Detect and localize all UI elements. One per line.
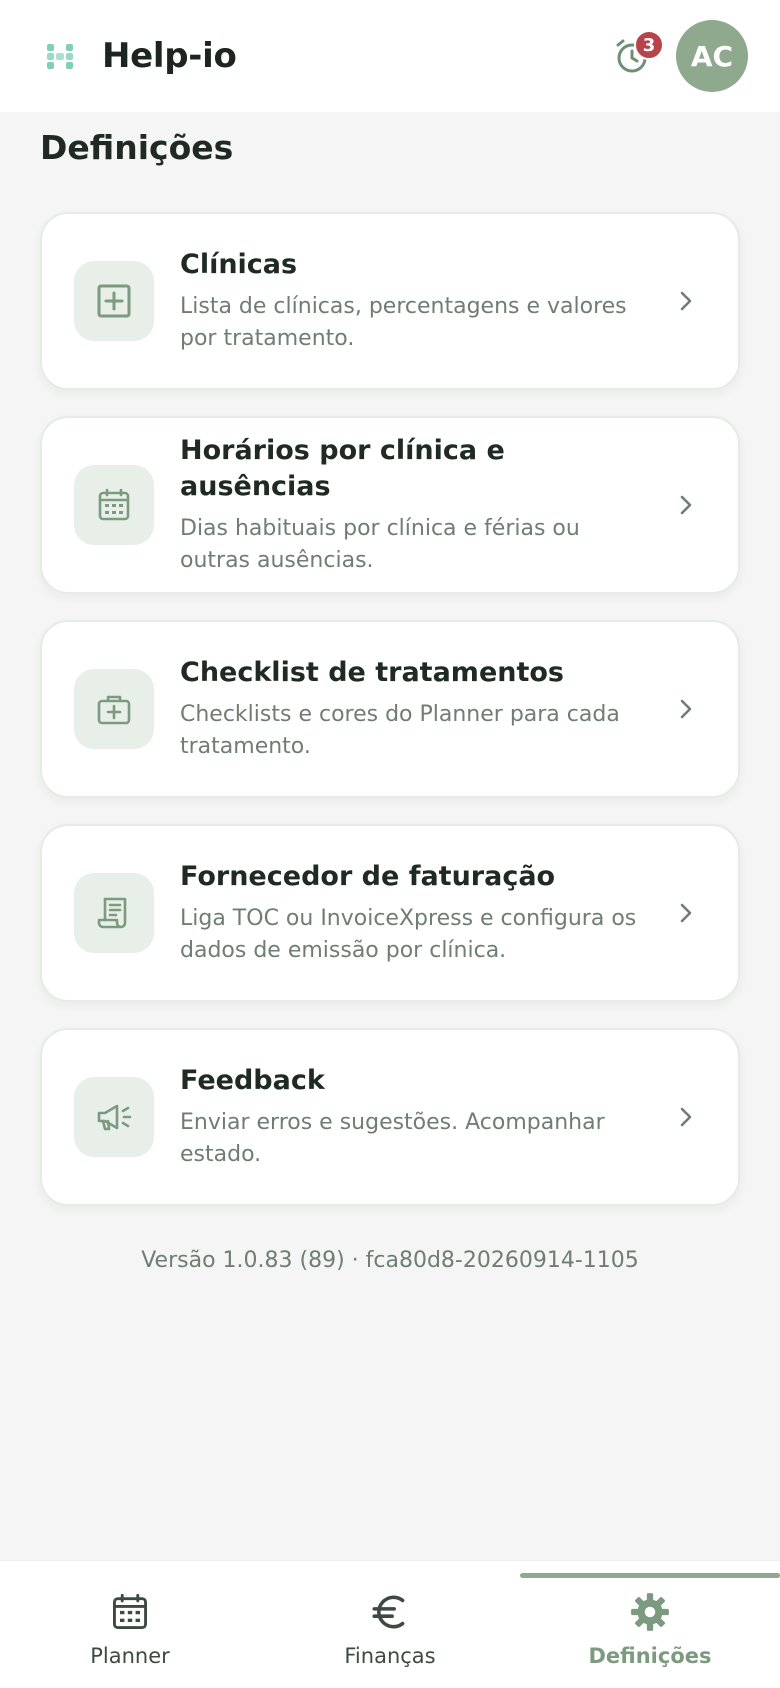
chevron-right-icon [674, 493, 698, 517]
calendar-icon [74, 465, 154, 545]
chevron-right-icon [674, 901, 698, 925]
top-app-bar: Help-io 3 AC [0, 0, 780, 112]
nav-tab-planner[interactable]: Planner [0, 1561, 260, 1688]
app-title: Help-io [102, 36, 237, 76]
settings-item-feedback[interactable]: Feedback Enviar erros e sugestões. Acomp… [40, 1028, 740, 1206]
settings-item-text: Fornecedor de faturação Liga TOC ou Invo… [180, 859, 656, 967]
nav-tab-financas[interactable]: Finanças [260, 1561, 520, 1688]
clinic-plus-icon [74, 261, 154, 341]
settings-item-text: Clínicas Lista de clínicas, percentagens… [180, 247, 656, 355]
nav-tab-label: Finanças [344, 1643, 436, 1668]
settings-item-checklist[interactable]: Checklist de tratamentos Checklists e co… [40, 620, 740, 798]
settings-item-title: Clínicas [180, 249, 298, 280]
chevron-right-icon [674, 289, 698, 313]
settings-item-text: Feedback Enviar erros e sugestões. Acomp… [180, 1063, 656, 1171]
app-logo-icon [40, 36, 80, 76]
settings-item-description: Checklists e cores do Planner para cada … [180, 702, 620, 759]
settings-item-title: Fornecedor de faturação [180, 861, 556, 892]
settings-item-text: Checklist de tratamentos Checklists e co… [180, 655, 656, 763]
app-root: Help-io 3 AC Definições Clínicas Lista d… [0, 0, 780, 1688]
calendar-icon [108, 1590, 152, 1634]
version-label: Versão 1.0.83 (89) · fca80d8-20260914-11… [141, 1248, 639, 1273]
bottom-navigation: Planner Finanças Definições [0, 1560, 780, 1688]
settings-item-horarios[interactable]: Horários por clínica e ausências Dias ha… [40, 416, 740, 594]
chevron-right-icon [674, 1105, 698, 1129]
settings-item-title: Checklist de tratamentos [180, 657, 564, 688]
settings-item-faturacao[interactable]: Fornecedor de faturação Liga TOC ou Invo… [40, 824, 740, 1002]
settings-item-description: Lista de clínicas, percentagens e valore… [180, 294, 627, 351]
settings-item-description: Dias habituais por clínica e férias ou o… [180, 516, 580, 573]
euro-icon [368, 1590, 412, 1634]
settings-list: Clínicas Lista de clínicas, percentagens… [40, 212, 740, 1232]
settings-item-title: Feedback [180, 1065, 325, 1096]
medical-kit-icon [74, 669, 154, 749]
receipt-icon [74, 873, 154, 953]
nav-tab-label: Definições [588, 1643, 712, 1668]
user-avatar[interactable]: AC [676, 20, 748, 92]
settings-item-description: Liga TOC ou InvoiceXpress e configura os… [180, 906, 637, 963]
settings-item-text: Horários por clínica e ausências Dias ha… [180, 433, 656, 577]
alarm-button[interactable]: 3 [604, 28, 664, 84]
settings-item-description: Enviar erros e sugestões. Acompanhar est… [180, 1110, 605, 1167]
notification-badge: 3 [634, 30, 664, 60]
nav-tab-definicoes[interactable]: Definições [520, 1561, 780, 1688]
nav-tab-label: Planner [90, 1643, 170, 1668]
settings-item-title: Horários por clínica e ausências [180, 435, 505, 502]
chevron-right-icon [674, 697, 698, 721]
megaphone-icon [74, 1077, 154, 1157]
settings-item-clinicas[interactable]: Clínicas Lista de clínicas, percentagens… [40, 212, 740, 390]
page-title: Definições [40, 128, 234, 167]
gear-icon [628, 1590, 672, 1634]
